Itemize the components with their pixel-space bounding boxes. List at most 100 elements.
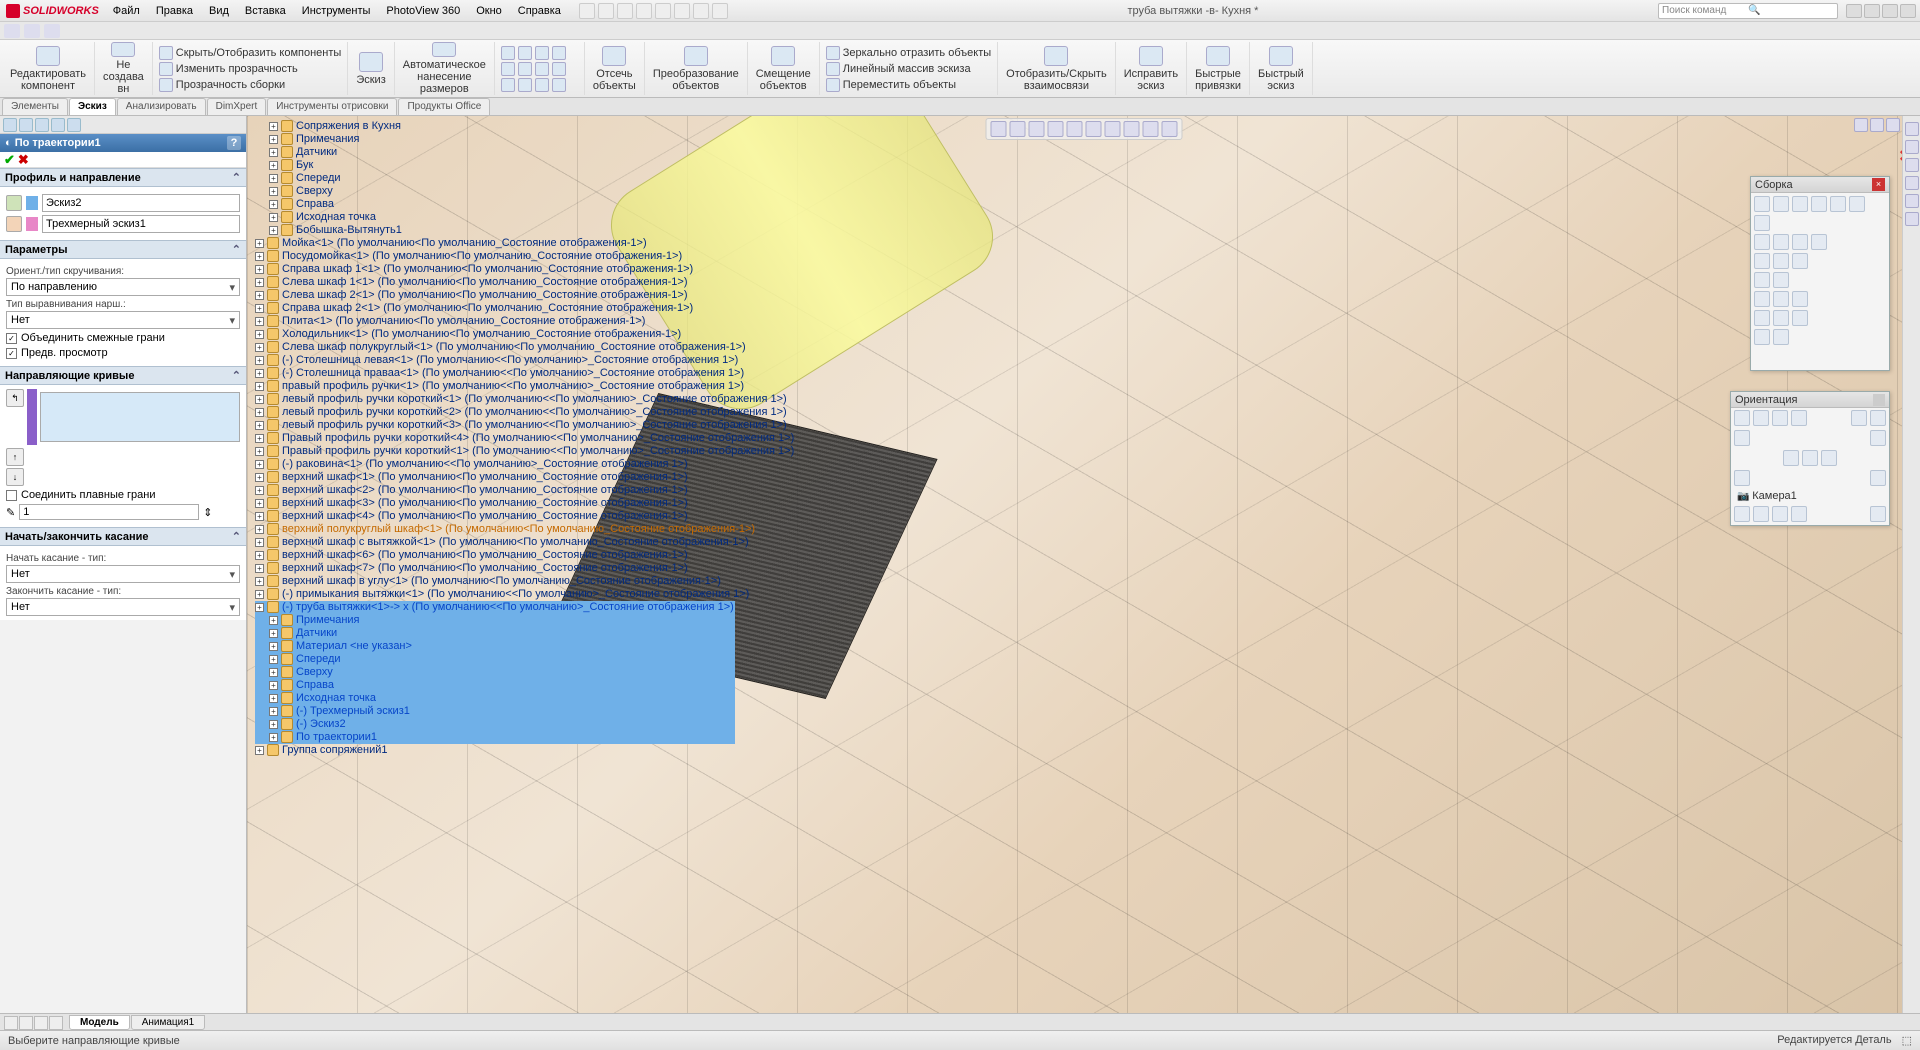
expand-icon[interactable]: + bbox=[255, 564, 264, 573]
view-orientation-icon[interactable] bbox=[1066, 121, 1082, 137]
tree-node[interactable]: +(-) Эскиз2 bbox=[255, 718, 735, 731]
asm-icon[interactable] bbox=[1773, 253, 1789, 269]
orient-iso-icon[interactable] bbox=[1802, 450, 1818, 466]
expand-icon[interactable]: + bbox=[255, 603, 264, 612]
taskpane-appearances-icon[interactable] bbox=[1905, 194, 1919, 208]
expand-icon[interactable]: + bbox=[255, 746, 264, 755]
tree-node[interactable]: +(-) раковина<1> (По умолчанию<<По умолч… bbox=[255, 458, 735, 471]
tree-node[interactable]: +верхний шкаф<4> (По умолчанию<По умолча… bbox=[255, 510, 735, 523]
tree-node[interactable]: +верхний шкаф<3> (По умолчанию<По умолча… bbox=[255, 497, 735, 510]
asm-icon[interactable] bbox=[1754, 310, 1770, 326]
menu-insert[interactable]: Вставка bbox=[237, 5, 294, 17]
asm-icon[interactable] bbox=[1830, 196, 1846, 212]
qat-redo-icon[interactable] bbox=[674, 3, 690, 19]
tab-sketch[interactable]: Эскиз bbox=[69, 98, 116, 115]
graphics-viewport[interactable]: ✖ +Сопряжения в Кухня+Примечания+Датчики… bbox=[247, 116, 1920, 1030]
tree-node[interactable]: +Датчики bbox=[255, 627, 735, 640]
expand-icon[interactable]: + bbox=[269, 629, 278, 638]
orient-icon[interactable] bbox=[1851, 410, 1867, 426]
orient-new-icon[interactable] bbox=[1870, 430, 1886, 446]
align-select[interactable]: Нет bbox=[6, 311, 240, 329]
expand-icon[interactable]: + bbox=[255, 473, 264, 482]
expand-icon[interactable]: + bbox=[255, 330, 264, 339]
rb-repair-sketch[interactable]: Исправить эскиз bbox=[1116, 42, 1187, 95]
vp-2h-icon[interactable] bbox=[1753, 506, 1769, 522]
menu-tools[interactable]: Инструменты bbox=[294, 5, 379, 17]
pm-section-profile[interactable]: Профиль и направление⌃ bbox=[0, 168, 246, 187]
expand-icon[interactable]: + bbox=[269, 148, 278, 157]
status-units-icon[interactable]: ⬚ bbox=[1902, 1034, 1912, 1047]
rb-mirror[interactable]: Зеркально отразить объекты bbox=[826, 45, 991, 61]
expand-icon[interactable]: + bbox=[269, 135, 278, 144]
rect-icon[interactable] bbox=[518, 46, 532, 60]
expand-icon[interactable]: + bbox=[255, 421, 264, 430]
expand-icon[interactable]: + bbox=[269, 642, 278, 651]
asm-icon[interactable] bbox=[1754, 272, 1770, 288]
qat-open-icon[interactable] bbox=[598, 3, 614, 19]
tab-prev-icon[interactable] bbox=[19, 1016, 33, 1030]
orientation-panel[interactable]: Ориентация 📷 Камера1 bbox=[1730, 391, 1890, 526]
assembly-toolbar-panel[interactable]: Сборка× bbox=[1750, 176, 1890, 371]
guide-listbox[interactable] bbox=[40, 392, 240, 442]
menu-file[interactable]: Файл bbox=[105, 5, 148, 17]
tree-node[interactable]: +(-) Столешница праваа<1> (По умолчанию<… bbox=[255, 367, 735, 380]
pm-display-icon[interactable] bbox=[67, 118, 81, 132]
qat-options-icon[interactable] bbox=[712, 3, 728, 19]
expand-icon[interactable]: + bbox=[269, 161, 278, 170]
taskpane-view-palette-icon[interactable] bbox=[1905, 176, 1919, 190]
tree-node[interactable]: +Слева шкаф 1<1> (По умолчанию<По умолча… bbox=[255, 276, 735, 289]
display-style-icon[interactable] bbox=[1085, 121, 1101, 137]
vp-link-icon[interactable] bbox=[1870, 506, 1886, 522]
tree-node[interactable]: +Холодильник<1> (По умолчанию<По умолчан… bbox=[255, 328, 735, 341]
qat-new-icon[interactable] bbox=[579, 3, 595, 19]
search-icon[interactable]: 🔍 bbox=[1748, 5, 1834, 16]
menu-edit[interactable]: Правка bbox=[148, 5, 201, 17]
tab-first-icon[interactable] bbox=[4, 1016, 18, 1030]
expand-icon[interactable]: + bbox=[255, 460, 264, 469]
expand-icon[interactable]: + bbox=[255, 343, 264, 352]
tab-office[interactable]: Продукты Office bbox=[398, 98, 490, 115]
expand-icon[interactable]: + bbox=[255, 538, 264, 547]
tree-node[interactable]: +Спереди bbox=[255, 653, 735, 666]
tree-node[interactable]: +Слева шкаф полукруглый<1> (По умолчанию… bbox=[255, 341, 735, 354]
tree-node[interactable]: +Справа bbox=[255, 198, 735, 211]
tree-node[interactable]: +(-) труба вытяжки<1>-> x (По умолчанию<… bbox=[255, 601, 735, 614]
zoom-fit-icon[interactable] bbox=[990, 121, 1006, 137]
tree-node[interactable]: +Примечания bbox=[255, 614, 735, 627]
end-tangent-select[interactable]: Нет bbox=[6, 598, 240, 616]
orient-icon[interactable] bbox=[1753, 410, 1769, 426]
tree-node[interactable]: +Посудомойка<1> (По умолчанию<По умолчан… bbox=[255, 250, 735, 263]
tree-node[interactable]: +(-) примыкания вытяжки<1> (По умолчанию… bbox=[255, 588, 735, 601]
help-icon[interactable] bbox=[1846, 4, 1862, 18]
panel-title-bar[interactable]: Сборка× bbox=[1751, 177, 1889, 193]
pm-section-parameters[interactable]: Параметры⌃ bbox=[0, 240, 246, 259]
pm-config-icon[interactable] bbox=[35, 118, 49, 132]
view-settings-icon[interactable] bbox=[1161, 121, 1177, 137]
expand-icon[interactable]: + bbox=[255, 577, 264, 586]
tree-node[interactable]: +левый профиль ручки короткий<2> (По умо… bbox=[255, 406, 735, 419]
tree-node[interactable]: +Сопряжения в Кухня bbox=[255, 120, 735, 133]
line-icon[interactable] bbox=[501, 46, 515, 60]
pm-section-tangency[interactable]: Начать/закончить касание⌃ bbox=[0, 527, 246, 546]
prev-view-icon[interactable] bbox=[1028, 121, 1044, 137]
qat-print-icon[interactable] bbox=[636, 3, 652, 19]
maximize-icon[interactable] bbox=[1882, 4, 1898, 18]
guide-count-input[interactable] bbox=[19, 504, 199, 520]
rb-move[interactable]: Переместить объекты bbox=[826, 77, 956, 93]
expand-icon[interactable]: + bbox=[269, 707, 278, 716]
orient-icon[interactable] bbox=[1772, 410, 1788, 426]
tree-node[interactable]: +Сверху bbox=[255, 666, 735, 679]
tb-icon-3[interactable] bbox=[44, 24, 60, 38]
panel-title-bar[interactable]: Ориентация bbox=[1731, 392, 1889, 408]
tree-node[interactable]: +Справа шкаф 1<1> (По умолчанию<По умолч… bbox=[255, 263, 735, 276]
expand-icon[interactable]: + bbox=[255, 239, 264, 248]
tree-node[interactable]: +Исходная точка bbox=[255, 211, 735, 224]
arc-icon[interactable] bbox=[552, 46, 566, 60]
tree-node[interactable]: +верхний шкаф в углу<1> (По умолчанию<По… bbox=[255, 575, 735, 588]
asm-icon[interactable] bbox=[1792, 310, 1808, 326]
tree-node[interactable]: +(-) Трехмерный эскиз1 bbox=[255, 705, 735, 718]
slot-icon[interactable] bbox=[535, 78, 549, 92]
twist-select[interactable]: По направлению bbox=[6, 278, 240, 296]
asm-icon[interactable] bbox=[1811, 234, 1827, 250]
tree-node[interactable]: +верхний шкаф<2> (По умолчанию<По умолча… bbox=[255, 484, 735, 497]
